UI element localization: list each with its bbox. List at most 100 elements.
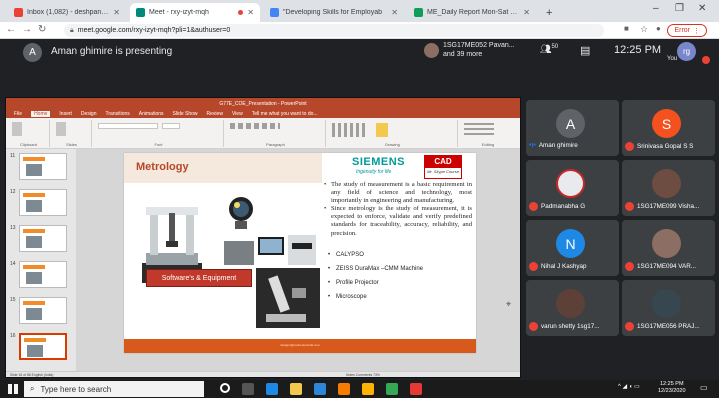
- ribbon-group-slides: Slides: [52, 120, 92, 147]
- cortana-icon[interactable]: [220, 383, 230, 393]
- url-field[interactable]: 🔒︎ meet.google.com/rxy-izyt-mqh?pli=1&au…: [64, 24, 604, 37]
- notifications-icon[interactable]: ▭: [700, 383, 708, 392]
- avatar: [652, 289, 681, 318]
- ribbon-tab[interactable]: Home: [31, 110, 51, 117]
- ribbon-tab[interactable]: Slide Show: [173, 111, 198, 117]
- mic-off-icon: [529, 262, 538, 271]
- close-tab-icon[interactable]: ✕: [113, 8, 120, 17]
- ribbon-tab[interactable]: Review: [207, 111, 223, 117]
- ribbon-tab[interactable]: Transitions: [106, 111, 130, 117]
- participant-tile[interactable]: N Nihal J Kashyap: [526, 220, 619, 276]
- tab-meet[interactable]: Meet - rxy-izyt-mqh ✕: [130, 3, 260, 22]
- tab-daily-report[interactable]: ME_Daily Report Mon-Sat - Goo ✕: [408, 3, 536, 22]
- participant-tile[interactable]: S Srinivasa Gopal S S: [622, 100, 715, 156]
- ribbon-tab[interactable]: Insert: [59, 111, 72, 117]
- list-item: CALYPSO: [328, 249, 474, 263]
- maximize-icon[interactable]: ❐: [675, 3, 684, 14]
- docs-icon: [270, 8, 279, 17]
- slide-thumbnail-selected[interactable]: [19, 333, 67, 360]
- ribbon-tab[interactable]: View: [232, 111, 243, 117]
- mouse-cursor-icon: ⌖: [506, 299, 512, 309]
- forward-icon[interactable]: →: [22, 24, 32, 35]
- participant-tile[interactable]: varun shetty 1sg17...: [526, 280, 619, 336]
- slide-title: Metrology: [136, 161, 189, 173]
- close-tab-icon[interactable]: ✕: [523, 8, 530, 17]
- tab-gmail[interactable]: Inbox (1,082) - deshpande@sayi ✕: [8, 3, 126, 22]
- participant-tile[interactable]: 1SG17ME099 Visha...: [622, 160, 715, 216]
- siemens-tagline: Ingenuity for life: [356, 169, 392, 175]
- avatar: S: [652, 109, 681, 138]
- star-icon[interactable]: ☆: [640, 24, 648, 35]
- ribbon-tab[interactable]: Design: [81, 111, 97, 117]
- font-size-dropdown[interactable]: [162, 123, 180, 129]
- font-name-dropdown[interactable]: [98, 123, 158, 129]
- meet-header: A Aman ghimire is presenting 1SG17ME052 …: [0, 40, 719, 94]
- lock-icon: 🔒︎: [70, 26, 74, 34]
- participant-tile[interactable]: 1SG17ME056 PRAJ...: [622, 280, 715, 336]
- camera-icon[interactable]: ■: [624, 24, 629, 33]
- participant-tile[interactable]: Padmanabha G: [526, 160, 619, 216]
- mic-off-icon: [702, 56, 710, 64]
- screen: Inbox (1,082) - deshpande@sayi ✕ Meet - …: [0, 0, 719, 398]
- file-explorer-icon[interactable]: [290, 383, 302, 395]
- edge-icon[interactable]: [266, 383, 278, 395]
- bullet-paragraph: Since metrology is the study of measurem…: [324, 205, 472, 237]
- paragraph-buttons[interactable]: [230, 123, 280, 129]
- paste-icon[interactable]: [12, 122, 22, 136]
- firefox-icon[interactable]: [338, 383, 350, 395]
- chat-icon[interactable]: ▤: [580, 44, 590, 57]
- people-icon[interactable]: 👥︎50: [540, 44, 558, 55]
- ppt-status-bar: Slide 16 of 86 English (India) Notes Com…: [6, 371, 520, 377]
- shapes-gallery[interactable]: [332, 123, 368, 137]
- system-tray-icons[interactable]: ^ ◢ ◖ ▭: [618, 383, 640, 390]
- self-label: You: [667, 56, 678, 62]
- windows-start-icon[interactable]: [8, 384, 18, 394]
- equipment-list: CALYPSO ZEISS DuraMax –CMM Machine Profi…: [328, 249, 474, 305]
- ribbon-tab[interactable]: File: [14, 111, 22, 117]
- avatar: [652, 169, 681, 198]
- error-button[interactable]: Error ⋮: [667, 24, 707, 37]
- find-replace-buttons[interactable]: [464, 123, 494, 137]
- meet-area: A Aman ghimire is presenting 1SG17ME052 …: [0, 40, 719, 380]
- store-icon[interactable]: [362, 383, 374, 395]
- arrange-icon[interactable]: [376, 123, 388, 137]
- presentation-window: G77E_COE_Presentation - PowerPoint File …: [5, 97, 521, 378]
- mic-off-icon: [625, 202, 634, 211]
- slide-thumbnail[interactable]: [19, 225, 67, 252]
- tell-me-search[interactable]: Tell me what you want to do...: [252, 111, 318, 117]
- participant-tile[interactable]: A •ı• Aman ghimire: [526, 100, 619, 156]
- siemens-logo: SIEMENS: [352, 156, 406, 168]
- close-window-icon[interactable]: ✕: [698, 3, 706, 14]
- sheets-icon: [414, 8, 423, 17]
- participants-summary[interactable]: 1SG17ME052 Pavan... and 39 more: [424, 41, 515, 59]
- slide-thumbnail[interactable]: [19, 297, 67, 324]
- ribbon-group-paragraph: Paragraph: [226, 120, 326, 147]
- task-view-icon[interactable]: [242, 383, 254, 395]
- software-equipment-button[interactable]: Software's & Equipment: [146, 269, 252, 287]
- taskbar-clock[interactable]: 12:25 PM 12/23/2020: [658, 381, 686, 395]
- close-tab-icon[interactable]: ✕: [247, 8, 254, 17]
- close-tab-icon[interactable]: ✕: [391, 8, 398, 17]
- slide-thumbnail[interactable]: [19, 189, 67, 216]
- tab-developing-skills[interactable]: "Developing Skills for Employab ✕: [264, 3, 404, 22]
- chrome-icon[interactable]: [386, 383, 398, 395]
- ribbon-tab[interactable]: Animations: [139, 111, 164, 117]
- windows-taskbar: ⌕ Type here to search ^ ◢ ◖ ▭ 12:25 PM 1…: [0, 380, 719, 398]
- app-icon[interactable]: [410, 383, 422, 395]
- taskbar-search[interactable]: ⌕ Type here to search: [24, 381, 204, 397]
- new-slide-icon[interactable]: [56, 122, 66, 136]
- ribbon-group-drawing: Drawing: [328, 120, 458, 147]
- slide-thumbnail[interactable]: [19, 261, 67, 288]
- ppt-title-bar: G77E_COE_Presentation - PowerPoint: [6, 98, 520, 109]
- slide[interactable]: Metrology SIEMENS Ingenuity for life CAD…: [124, 153, 476, 353]
- slide-thumbnail[interactable]: [19, 153, 67, 180]
- reload-icon[interactable]: ↻: [38, 24, 46, 35]
- participant-tile[interactable]: 1SG17ME094 VAR...: [622, 220, 715, 276]
- profile-icon[interactable]: ●: [656, 24, 661, 33]
- minimize-icon[interactable]: –: [653, 3, 659, 14]
- new-tab-button[interactable]: +: [540, 3, 556, 22]
- mail-icon[interactable]: [314, 383, 326, 395]
- list-item: Profile Projector: [328, 277, 474, 291]
- self-avatar[interactable]: rg: [677, 42, 696, 61]
- back-icon[interactable]: ←: [6, 24, 16, 35]
